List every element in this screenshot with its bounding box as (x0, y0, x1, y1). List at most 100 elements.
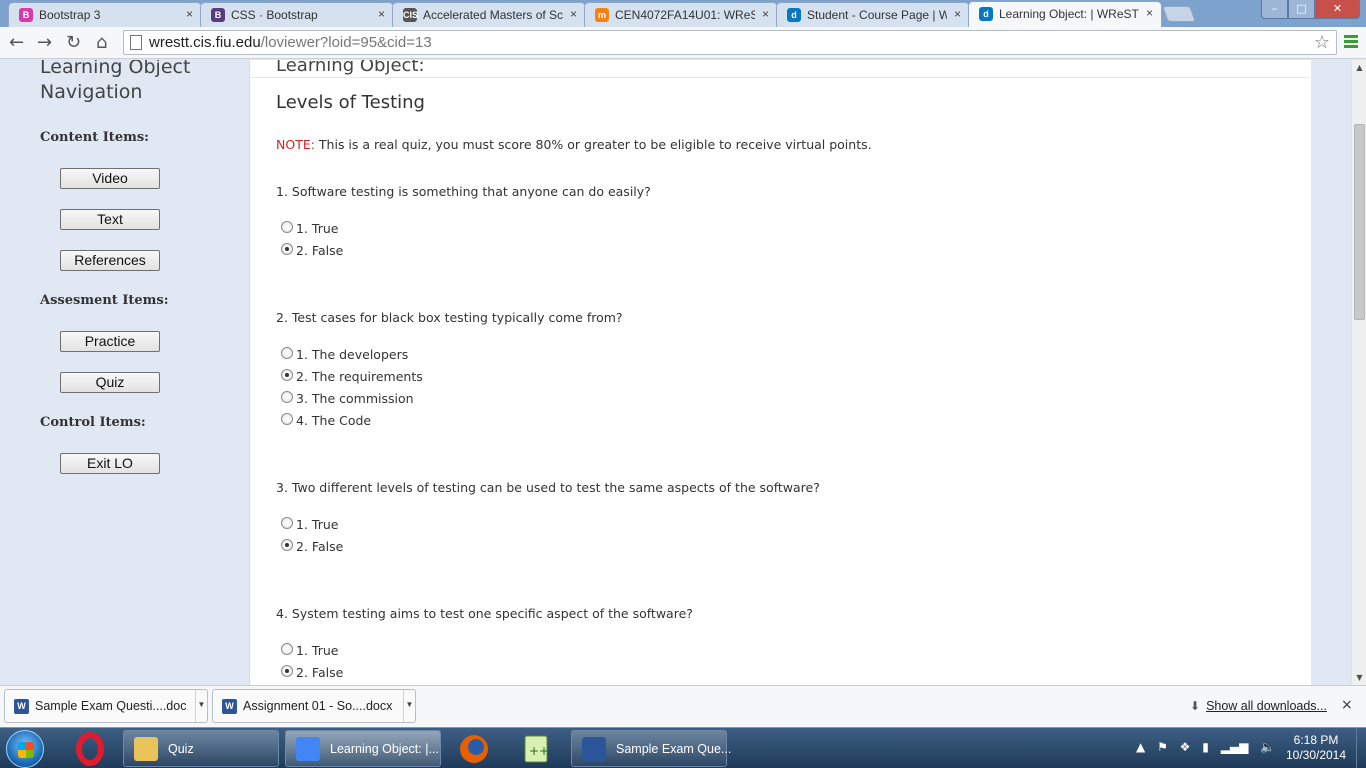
practice-button[interactable]: Practice (60, 331, 160, 352)
download-filename: Sample Exam Questi....doc (35, 699, 187, 713)
opera-icon[interactable] (62, 731, 118, 767)
radio-button[interactable] (281, 664, 293, 677)
browser-toolbar: ← → ↻ ⌂ wrestt.cis.fiu.edu/loviewer?loid… (0, 27, 1366, 59)
scroll-down-arrow-icon[interactable]: ▼ (1352, 670, 1366, 685)
home-icon[interactable]: ⌂ (96, 32, 107, 53)
taskbar-button[interactable]: Learning Object: |... (285, 730, 441, 767)
radio-button[interactable] (281, 368, 293, 381)
references-button[interactable]: References (60, 250, 160, 271)
radio-button[interactable] (281, 538, 293, 551)
reload-icon[interactable]: ↻ (66, 32, 81, 53)
scrollbar-thumb[interactable] (1354, 124, 1365, 320)
answer-option[interactable]: 4. The Code (281, 412, 372, 431)
radio-button[interactable] (281, 516, 293, 529)
download-shelf: W Sample Exam Questi....doc ▼ W Assignme… (0, 685, 1366, 727)
browser-tab[interactable]: m CEN4072FA14U01: WReST × (584, 2, 778, 27)
download-item[interactable]: W Sample Exam Questi....doc ▼ (4, 689, 208, 723)
show-desktop-button[interactable] (1356, 728, 1366, 768)
word-doc-icon: W (222, 699, 237, 714)
text-button[interactable]: Text (60, 209, 160, 230)
network-signal-icon[interactable]: ▂▄▆ (1221, 740, 1249, 754)
answer-option[interactable]: 2. False (281, 664, 343, 683)
notepad-plus-icon[interactable]: ++ (508, 731, 564, 767)
question-text: 1. Software testing is something that an… (276, 184, 651, 199)
browser-tab-strip: B Bootstrap 3 × B CSS · Bootstrap × CIS Acceler… (0, 0, 1366, 28)
close-shelf-icon[interactable]: × (1341, 697, 1353, 713)
quiz-content-panel: Learning Object: Levels of Testing NOTE:… (249, 60, 1311, 685)
note-text: This is a real quiz, you must score 80% … (314, 137, 872, 152)
radio-button[interactable] (281, 242, 293, 255)
radio-button[interactable] (281, 412, 293, 425)
show-all-downloads[interactable]: ⬇ Show all downloads... (1190, 699, 1327, 713)
assessment-items-heading: Assesment Items: (40, 293, 169, 308)
answer-option[interactable]: 2. False (281, 242, 343, 261)
tray-expand-icon[interactable]: ▲ (1136, 740, 1145, 754)
volume-icon[interactable]: 🔈 (1260, 740, 1275, 754)
header-divider (250, 77, 1310, 78)
browser-tab[interactable]: B Bootstrap 3 × (8, 2, 202, 27)
action-center-flag-icon[interactable]: ⚑ (1157, 740, 1168, 754)
tab-title: Bootstrap 3 (39, 8, 101, 22)
download-menu-arrow-icon[interactable]: ▼ (403, 690, 415, 722)
clock-time: 6:18 PM (1293, 733, 1339, 747)
back-arrow-icon[interactable]: ← (9, 32, 24, 53)
answer-option[interactable]: 1. True (281, 516, 338, 535)
tab-close-icon[interactable]: × (954, 7, 961, 21)
video-button[interactable]: Video (60, 168, 160, 189)
tab-close-icon[interactable]: × (762, 7, 769, 21)
answer-option[interactable]: 1. True (281, 220, 339, 239)
tab-close-icon[interactable]: × (186, 7, 193, 21)
browser-tab[interactable]: B CSS · Bootstrap × (200, 2, 394, 27)
close-window-button[interactable]: ✕ (1315, 0, 1360, 19)
start-button[interactable] (6, 730, 44, 768)
browser-tab[interactable]: d Learning Object: | WReST × (968, 1, 1162, 28)
content-items-heading: Content Items: (40, 130, 149, 145)
radio-button[interactable] (281, 642, 293, 655)
radio-button[interactable] (281, 346, 293, 359)
quiz-button[interactable]: Quiz (60, 372, 160, 393)
browser-tab[interactable]: CIS Accelerated Masters of Sci × (392, 2, 586, 27)
taskbar-button[interactable]: Quiz (123, 730, 279, 767)
download-item[interactable]: W Assignment 01 - So....docx ▼ (212, 689, 416, 723)
address-bar[interactable]: wrestt.cis.fiu.edu/loviewer?loid=95&cid=… (123, 30, 1337, 55)
answer-option[interactable]: 3. The commission (281, 390, 414, 409)
maximize-button[interactable]: □ (1288, 0, 1315, 19)
bootstrap3-favicon-icon: B (19, 8, 33, 22)
scroll-up-arrow-icon[interactable]: ▲ (1352, 60, 1366, 75)
answer-option[interactable]: 2. The requirements (281, 368, 423, 387)
url-host: wrestt.cis.fiu.edu (149, 34, 261, 51)
dropbox-icon[interactable]: ❖ (1180, 740, 1191, 754)
browser-tab[interactable]: d Student - Course Page | W × (776, 2, 970, 27)
chrome-menu-icon[interactable] (1344, 35, 1358, 50)
new-tab-button[interactable] (1162, 6, 1196, 22)
taskbar-button[interactable]: Sample Exam Que... (571, 730, 731, 767)
answer-label: 4. The Code (296, 413, 372, 428)
vertical-scrollbar[interactable]: ▲ ▼ (1351, 60, 1366, 685)
svg-text:++: ++ (529, 744, 549, 758)
answer-label: 2. The requirements (296, 369, 423, 384)
download-filename: Assignment 01 - So....docx (243, 699, 393, 713)
question-text: 4. System testing aims to test one speci… (276, 606, 693, 621)
url-text[interactable]: wrestt.cis.fiu.edu/loviewer?loid=95&cid=… (149, 34, 432, 51)
radio-button[interactable] (281, 390, 293, 403)
folder-icon (134, 737, 158, 761)
bookmark-star-icon[interactable]: ☆ (1314, 32, 1330, 53)
tab-close-icon[interactable]: × (1146, 6, 1153, 20)
answer-label: 1. True (296, 221, 339, 236)
tab-close-icon[interactable]: × (378, 7, 385, 21)
firefox-icon[interactable] (446, 731, 502, 767)
exit-lo-button[interactable]: Exit LO (60, 453, 160, 474)
answer-option[interactable]: 1. True (281, 642, 338, 661)
show-all-downloads-link[interactable]: Show all downloads... (1206, 699, 1327, 713)
system-clock[interactable]: 6:18 PM 10/30/2014 (1284, 733, 1348, 763)
minimize-button[interactable]: – (1261, 0, 1288, 19)
lo-navigation-sidebar: Learning Object Navigation Content Items… (0, 60, 249, 685)
forward-arrow-icon[interactable]: → (37, 32, 52, 53)
answer-option[interactable]: 1. The developers (281, 346, 408, 365)
tab-close-icon[interactable]: × (570, 7, 577, 21)
download-menu-arrow-icon[interactable]: ▼ (195, 690, 207, 722)
answer-option[interactable]: 2. False (281, 538, 343, 557)
url-path: /loviewer?loid=95&cid=13 (260, 34, 432, 51)
radio-button[interactable] (281, 220, 293, 233)
battery-icon[interactable]: ▮ (1202, 740, 1209, 754)
